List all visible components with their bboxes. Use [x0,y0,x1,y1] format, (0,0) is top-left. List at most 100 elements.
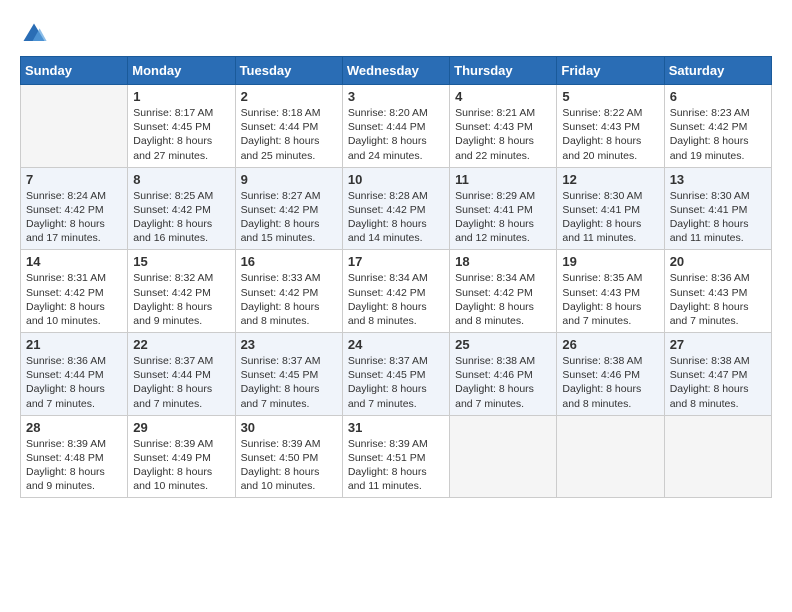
day-info: Sunrise: 8:30 AMSunset: 4:41 PMDaylight:… [562,189,658,246]
calendar-cell: 2 Sunrise: 8:18 AMSunset: 4:44 PMDaylight… [235,85,342,168]
day-info: Sunrise: 8:17 AMSunset: 4:45 PMDaylight:… [133,106,229,163]
logo-icon [20,20,48,48]
day-info: Sunrise: 8:21 AMSunset: 4:43 PMDaylight:… [455,106,551,163]
day-info: Sunrise: 8:34 AMSunset: 4:42 PMDaylight:… [348,271,444,328]
day-number: 19 [562,254,658,269]
calendar-cell [557,415,664,498]
calendar-cell [664,415,771,498]
day-info: Sunrise: 8:24 AMSunset: 4:42 PMDaylight:… [26,189,122,246]
calendar-cell: 28 Sunrise: 8:39 AMSunset: 4:48 PMDayligh… [21,415,128,498]
calendar-cell: 17Sunrise: 8:34 AMSunset: 4:42 PMDayligh… [342,250,449,333]
day-number: 2 [241,89,337,104]
calendar-cell: 20 Sunrise: 8:36 AMSunset: 4:43 PMDayligh… [664,250,771,333]
day-number: 24 [348,337,444,352]
calendar-week-row: 14 Sunrise: 8:31 AMSunset: 4:42 PMDayligh… [21,250,772,333]
day-info: Sunrise: 8:38 AMSunset: 4:46 PMDaylight:… [455,354,551,411]
calendar-cell: 27Sunrise: 8:38 AMSunset: 4:47 PMDayligh… [664,333,771,416]
day-of-week-header: Tuesday [235,57,342,85]
calendar-week-row: 28 Sunrise: 8:39 AMSunset: 4:48 PMDayligh… [21,415,772,498]
calendar-cell: 23 Sunrise: 8:37 AMSunset: 4:45 PMDayligh… [235,333,342,416]
day-number: 3 [348,89,444,104]
day-info: Sunrise: 8:37 AMSunset: 4:45 PMDaylight:… [241,354,337,411]
calendar-cell: 5Sunrise: 8:22 AMSunset: 4:43 PMDaylight… [557,85,664,168]
day-of-week-header: Thursday [450,57,557,85]
day-number: 8 [133,172,229,187]
day-info: Sunrise: 8:36 AMSunset: 4:43 PMDaylight:… [670,271,766,328]
day-number: 23 [241,337,337,352]
day-of-week-header: Monday [128,57,235,85]
calendar-cell: 16Sunrise: 8:33 AMSunset: 4:42 PMDayligh… [235,250,342,333]
day-info: Sunrise: 8:18 AMSunset: 4:44 PMDaylight:… [241,106,337,163]
calendar-cell: 8 Sunrise: 8:25 AMSunset: 4:42 PMDaylight… [128,167,235,250]
calendar-cell: 1Sunrise: 8:17 AMSunset: 4:45 PMDaylight… [128,85,235,168]
calendar-cell: 7 Sunrise: 8:24 AMSunset: 4:42 PMDaylight… [21,167,128,250]
day-number: 13 [670,172,766,187]
calendar-cell: 13 Sunrise: 8:30 AMSunset: 4:41 PMDayligh… [664,167,771,250]
day-number: 28 [26,420,122,435]
day-of-week-header: Sunday [21,57,128,85]
day-info: Sunrise: 8:30 AMSunset: 4:41 PMDaylight:… [670,189,766,246]
day-of-week-header: Saturday [664,57,771,85]
day-info: Sunrise: 8:39 AMSunset: 4:50 PMDaylight:… [241,437,337,494]
calendar-cell: 22 Sunrise: 8:37 AMSunset: 4:44 PMDayligh… [128,333,235,416]
day-info: Sunrise: 8:36 AMSunset: 4:44 PMDaylight:… [26,354,122,411]
day-info: Sunrise: 8:39 AMSunset: 4:48 PMDaylight:… [26,437,122,494]
day-info: Sunrise: 8:35 AMSunset: 4:43 PMDaylight:… [562,271,658,328]
day-info: Sunrise: 8:34 AMSunset: 4:42 PMDaylight:… [455,271,551,328]
day-of-week-header: Wednesday [342,57,449,85]
calendar-cell: 21 Sunrise: 8:36 AMSunset: 4:44 PMDayligh… [21,333,128,416]
calendar-week-row: 1Sunrise: 8:17 AMSunset: 4:45 PMDaylight… [21,85,772,168]
calendar-cell [21,85,128,168]
calendar-cell: 14 Sunrise: 8:31 AMSunset: 4:42 PMDayligh… [21,250,128,333]
calendar-cell: 31 Sunrise: 8:39 AMSunset: 4:51 PMDayligh… [342,415,449,498]
day-info: Sunrise: 8:31 AMSunset: 4:42 PMDaylight:… [26,271,122,328]
day-number: 6 [670,89,766,104]
day-number: 15 [133,254,229,269]
day-number: 21 [26,337,122,352]
day-info: Sunrise: 8:37 AMSunset: 4:44 PMDaylight:… [133,354,229,411]
calendar-cell: 3Sunrise: 8:20 AMSunset: 4:44 PMDaylight… [342,85,449,168]
calendar-cell: 4 Sunrise: 8:21 AMSunset: 4:43 PMDaylight… [450,85,557,168]
day-number: 16 [241,254,337,269]
day-info: Sunrise: 8:25 AMSunset: 4:42 PMDaylight:… [133,189,229,246]
calendar-cell: 11Sunrise: 8:29 AMSunset: 4:41 PMDayligh… [450,167,557,250]
day-number: 14 [26,254,122,269]
day-info: Sunrise: 8:38 AMSunset: 4:47 PMDaylight:… [670,354,766,411]
day-number: 12 [562,172,658,187]
calendar-cell: 6Sunrise: 8:23 AMSunset: 4:42 PMDaylight… [664,85,771,168]
day-number: 9 [241,172,337,187]
day-info: Sunrise: 8:38 AMSunset: 4:46 PMDaylight:… [562,354,658,411]
day-number: 20 [670,254,766,269]
calendar-cell: 15 Sunrise: 8:32 AMSunset: 4:42 PMDayligh… [128,250,235,333]
day-number: 7 [26,172,122,187]
day-number: 18 [455,254,551,269]
calendar-week-row: 21 Sunrise: 8:36 AMSunset: 4:44 PMDayligh… [21,333,772,416]
day-number: 29 [133,420,229,435]
day-number: 25 [455,337,551,352]
calendar-cell: 18 Sunrise: 8:34 AMSunset: 4:42 PMDayligh… [450,250,557,333]
page-header [20,20,772,48]
day-info: Sunrise: 8:28 AMSunset: 4:42 PMDaylight:… [348,189,444,246]
day-of-week-header: Friday [557,57,664,85]
calendar-cell: 12 Sunrise: 8:30 AMSunset: 4:41 PMDayligh… [557,167,664,250]
day-number: 5 [562,89,658,104]
calendar-cell [450,415,557,498]
day-number: 4 [455,89,551,104]
day-number: 10 [348,172,444,187]
logo [20,20,52,48]
calendar-cell: 10 Sunrise: 8:28 AMSunset: 4:42 PMDayligh… [342,167,449,250]
day-number: 11 [455,172,551,187]
day-info: Sunrise: 8:39 AMSunset: 4:51 PMDaylight:… [348,437,444,494]
day-info: Sunrise: 8:39 AMSunset: 4:49 PMDaylight:… [133,437,229,494]
calendar-cell: 9 Sunrise: 8:27 AMSunset: 4:42 PMDaylight… [235,167,342,250]
day-info: Sunrise: 8:27 AMSunset: 4:42 PMDaylight:… [241,189,337,246]
calendar-cell: 26Sunrise: 8:38 AMSunset: 4:46 PMDayligh… [557,333,664,416]
day-number: 30 [241,420,337,435]
day-info: Sunrise: 8:32 AMSunset: 4:42 PMDaylight:… [133,271,229,328]
calendar-cell: 25 Sunrise: 8:38 AMSunset: 4:46 PMDayligh… [450,333,557,416]
calendar-cell: 24 Sunrise: 8:37 AMSunset: 4:45 PMDayligh… [342,333,449,416]
day-number: 31 [348,420,444,435]
day-info: Sunrise: 8:37 AMSunset: 4:45 PMDaylight:… [348,354,444,411]
day-number: 22 [133,337,229,352]
calendar-cell: 30 Sunrise: 8:39 AMSunset: 4:50 PMDayligh… [235,415,342,498]
